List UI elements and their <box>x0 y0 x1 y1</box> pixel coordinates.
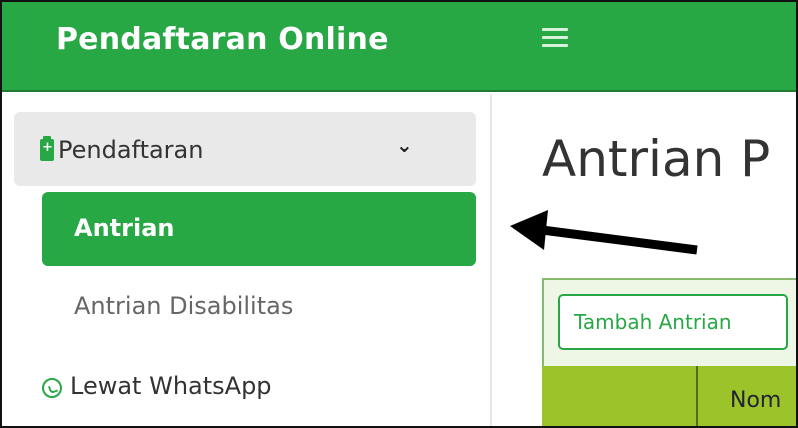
chevron-down-icon: ⌄ <box>396 133 413 157</box>
page-title: Antrian P <box>542 130 771 188</box>
queue-card: Tambah Antrian Nom <box>542 278 796 426</box>
sidebar: Pendaftaran ⌄ Antrian Antrian Disabilita… <box>2 94 492 426</box>
hamburger-icon[interactable] <box>542 28 568 50</box>
sidebar-item-pendaftaran[interactable]: Pendaftaran ⌄ <box>14 112 476 186</box>
brand-title[interactable]: Pendaftaran Online <box>56 22 389 57</box>
app-window: Pendaftaran Online Pendaftaran ⌄ Antrian… <box>0 0 798 428</box>
sidebar-item-antrian[interactable]: Antrian <box>42 192 476 266</box>
top-navbar: Pendaftaran Online <box>2 2 796 92</box>
main-content: Antrian P Tambah Antrian Nom <box>494 94 796 426</box>
sidebar-item-label: Pendaftaran <box>58 136 204 164</box>
sidebar-item-whatsapp[interactable]: Lewat WhatsApp <box>42 372 462 406</box>
table-header: Nom <box>542 366 796 426</box>
sidebar-item-label: Lewat WhatsApp <box>70 372 272 400</box>
column-header-nomor[interactable]: Nom <box>730 388 781 413</box>
column-divider <box>696 366 698 426</box>
sidebar-item-label: Antrian <box>74 214 175 242</box>
add-queue-button[interactable]: Tambah Antrian <box>558 294 788 350</box>
sidebar-item-antrian-disabilitas[interactable]: Antrian Disabilitas <box>74 292 293 320</box>
clipboard-plus-icon <box>40 136 54 161</box>
whatsapp-icon <box>42 378 62 398</box>
arrow-left-icon <box>510 210 698 255</box>
